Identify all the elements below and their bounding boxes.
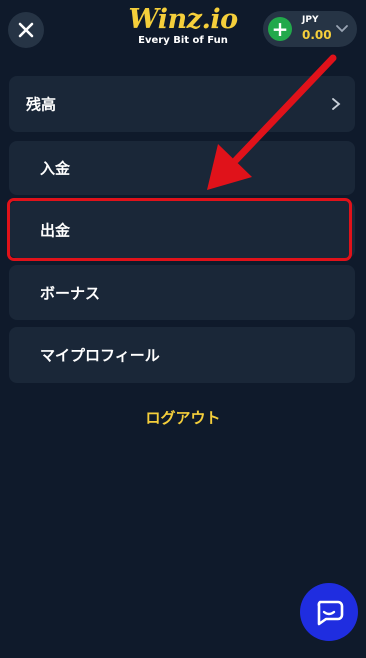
menu-item-bonus[interactable]: ボーナス <box>9 265 355 320</box>
plus-icon[interactable]: + <box>268 17 292 41</box>
wallet-amount: 0.00 <box>302 28 332 42</box>
header: Winz.io Every Bit of Fun + JPY 0.00 <box>0 0 366 64</box>
menu-item-profile[interactable]: マイプロフィール <box>9 327 355 383</box>
menu-item-label: 残高 <box>26 95 57 114</box>
chevron-right-icon <box>332 98 341 110</box>
annotation-highlight-box <box>7 198 352 261</box>
chevron-down-icon <box>336 25 348 33</box>
menu-item-label: ボーナス <box>40 284 101 302</box>
chat-icon <box>317 600 344 626</box>
menu-item-balance[interactable]: 残高 <box>9 76 355 132</box>
wallet-selector[interactable]: + JPY 0.00 <box>263 11 357 47</box>
chat-button[interactable] <box>300 583 358 641</box>
wallet-currency: JPY <box>302 15 319 25</box>
menu-item-label: マイプロフィール <box>40 346 160 365</box>
logout-link[interactable]: ログアウト <box>0 407 366 428</box>
menu-item-deposit[interactable]: 入金 <box>9 141 355 195</box>
menu-item-label: 入金 <box>40 159 71 178</box>
